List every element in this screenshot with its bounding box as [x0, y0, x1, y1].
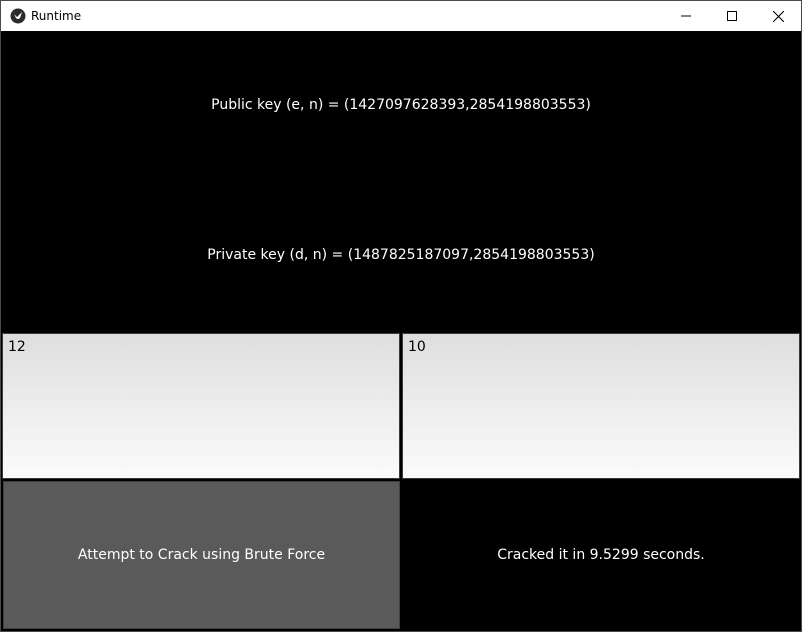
- close-button[interactable]: [755, 1, 801, 31]
- public-key-label: Public key (e, n) = (1427097628393,28541…: [211, 97, 591, 113]
- crack-result-label: Cracked it in 9.5299 seconds.: [497, 547, 705, 563]
- brute-force-crack-button[interactable]: Attempt to Crack using Brute Force: [3, 481, 400, 629]
- right-input-value: 10: [408, 339, 426, 355]
- close-icon: [772, 10, 784, 22]
- left-text-input[interactable]: 12: [2, 333, 400, 479]
- kivy-icon: [10, 8, 26, 24]
- title-bar[interactable]: Runtime: [1, 1, 801, 31]
- minimize-button[interactable]: [663, 1, 709, 31]
- right-text-input[interactable]: 10: [402, 333, 800, 479]
- maximize-button[interactable]: [709, 1, 755, 31]
- main-content: Public key (e, n) = (1427097628393,28541…: [1, 31, 801, 631]
- app-window: Runtime Public key (e, n) = (14270976283…: [0, 0, 802, 632]
- window-title: Runtime: [31, 9, 82, 23]
- maximize-icon: [727, 11, 737, 21]
- minimize-icon: [681, 11, 691, 21]
- private-key-label: Private key (d, n) = (1487825187097,2854…: [207, 247, 595, 263]
- left-input-value: 12: [8, 339, 26, 355]
